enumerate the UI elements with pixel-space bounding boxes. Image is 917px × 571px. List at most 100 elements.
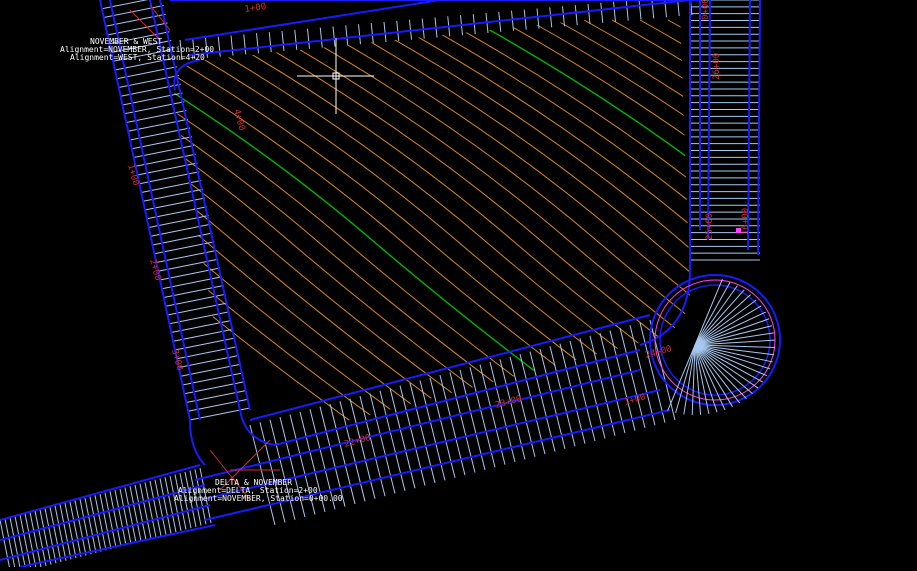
intersection-label-top: NOVEMBER & WEST Alignment=NOVEMBER, Stat…: [60, 37, 214, 62]
section-line: [24, 513, 37, 569]
section-line: [39, 509, 52, 565]
section-line: [4, 518, 16, 571]
section-line: [79, 499, 92, 555]
station-label: 22+00: [343, 433, 372, 450]
section-line: [589, 335, 616, 436]
section-line: [523, 9, 527, 30]
station-label: 1+00: [125, 163, 140, 187]
intersection-alignment: Alignment=NOVEMBER, Station=0+00.00: [174, 494, 343, 503]
section-line: [639, 322, 666, 423]
section-line: [164, 477, 177, 533]
section-line: [44, 508, 57, 564]
section-line: [124, 487, 137, 543]
section-line: [574, 5, 578, 26]
station-label: 3+00: [169, 348, 184, 372]
radial-section: [694, 311, 766, 346]
section-line: [383, 21, 387, 43]
section-line: [64, 503, 77, 559]
contour-lines: [174, 19, 690, 443]
section-line: [217, 36, 221, 57]
section-line: [129, 486, 142, 542]
section-line: [114, 490, 127, 546]
section-line: [529, 351, 556, 452]
station-label: 16+00: [741, 208, 751, 235]
minor-contour: [174, 19, 617, 443]
section-line: [358, 24, 361, 45]
section-line: [34, 510, 47, 566]
section-line: [243, 34, 247, 55]
section-line: [638, 0, 642, 20]
minor-contour: [387, 19, 690, 443]
section-line: [307, 28, 310, 49]
section-line: [677, 0, 680, 17]
section-line: [599, 333, 626, 434]
section-line: [511, 10, 514, 31]
section-line: [230, 35, 234, 56]
section-line: [144, 482, 157, 538]
section-line: [109, 491, 122, 547]
minor-contour: [667, 19, 690, 443]
section-line: [139, 483, 152, 539]
minor-contour: [639, 19, 690, 443]
section-line: [9, 517, 22, 571]
section-line: [569, 340, 596, 442]
section-line: [625, 0, 629, 21]
section-line: [319, 27, 323, 48]
section-line: [29, 512, 42, 568]
section-line: [396, 20, 400, 41]
section-line: [609, 330, 636, 431]
section-line: [69, 501, 82, 557]
section-line: [99, 493, 112, 550]
section-line: [14, 516, 27, 571]
station-label: 26+00: [712, 53, 722, 80]
section-line: [549, 346, 576, 447]
section-line: [539, 348, 566, 449]
drawing-canvas[interactable]: 1+00 0+00 26+00 25+00 16+00 24+00 23+00 …: [0, 0, 917, 571]
section-line: [370, 23, 374, 44]
minor-contour: [415, 19, 690, 443]
section-line: [159, 478, 172, 534]
section-line: [59, 504, 72, 560]
section-line: [134, 484, 147, 540]
station-label: 4+00: [231, 108, 246, 132]
section-line: [84, 497, 97, 553]
section-line: [549, 7, 553, 28]
minor-contour: [174, 19, 505, 443]
station-label: 1+00: [623, 393, 647, 408]
minor-contour: [174, 19, 561, 443]
road-edge-lines: [0, 0, 761, 568]
section-line: [509, 356, 536, 457]
section-line: [579, 338, 606, 439]
station-label: 25+00: [705, 213, 715, 240]
section-line: [104, 492, 117, 548]
section-line: [281, 30, 285, 52]
section-line: [149, 480, 162, 537]
section-line: [651, 0, 655, 19]
section-line: [19, 514, 32, 570]
station-label: 1+00: [244, 2, 267, 15]
radial-section: [694, 281, 731, 346]
section-line: [256, 33, 259, 54]
corridor-sections: [0, 0, 760, 571]
section-line: [89, 496, 102, 552]
section-line: [294, 29, 298, 50]
section-line: [345, 25, 349, 46]
intersection-alignment: Alignment=WEST, Station=4+20: [70, 53, 205, 62]
section-line: [600, 2, 604, 23]
station-label: 0+00: [701, 0, 711, 20]
section-line: [332, 26, 336, 47]
section-line: [119, 488, 132, 544]
section-line: [74, 500, 87, 556]
section-line: [54, 505, 67, 561]
section-line: [259, 422, 286, 523]
crosshair-cursor: [297, 38, 374, 114]
section-line: [619, 327, 646, 428]
section-line: [94, 495, 107, 551]
station-label: 24+00: [644, 344, 673, 361]
section-line: [613, 1, 616, 22]
section-line: [249, 424, 276, 526]
drawing-viewport[interactable]: 1+00 0+00 26+00 25+00 16+00 24+00 23+00 …: [0, 0, 917, 571]
section-line: [587, 3, 591, 25]
section-line: [559, 343, 586, 444]
section-line: [49, 506, 62, 563]
